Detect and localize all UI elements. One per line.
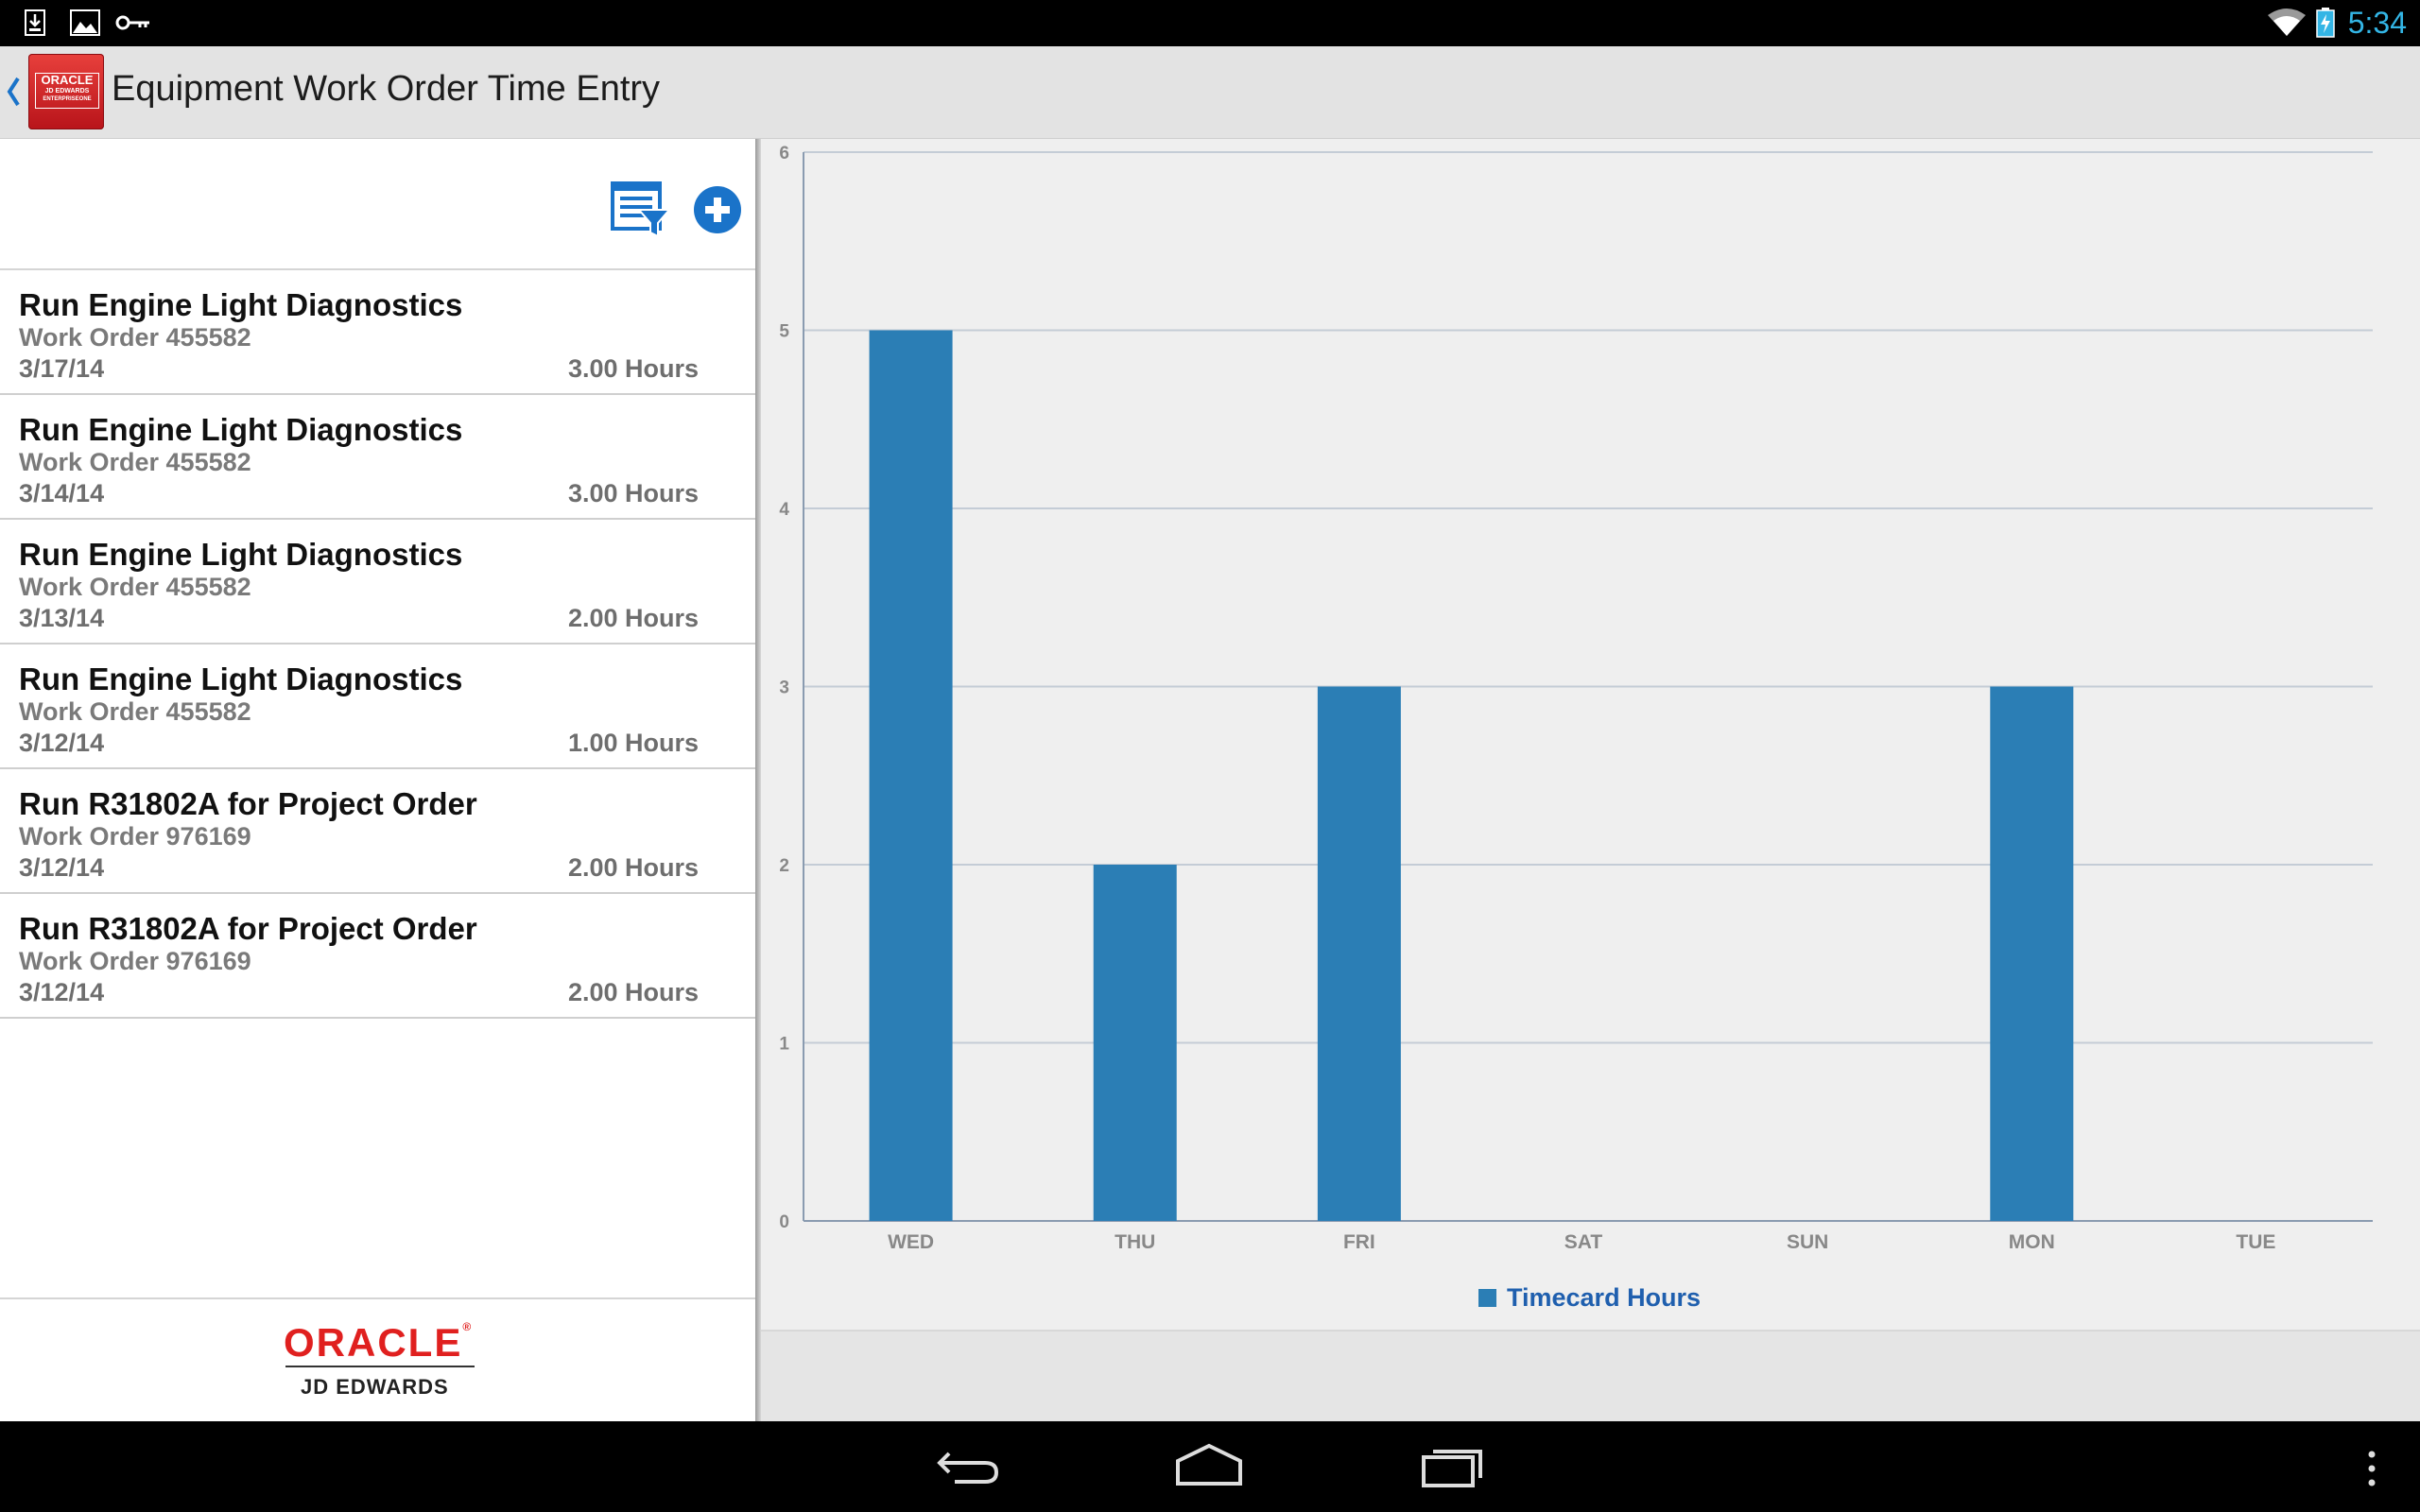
oracle-logo: ORACLE® — [284, 1320, 474, 1365]
entry-title: Run Engine Light Diagnostics — [19, 412, 463, 447]
work-order-number: Work Order 455582 — [19, 697, 251, 726]
timecard-hours-chart: 0 1 2 3 4 5 6 WED THU FRI SAT SUN MON TUE Timecard Hou… — [779, 144, 2373, 1312]
entry-hours: 3.00 Hours — [567, 479, 699, 507]
entry-date: 3/12/14 — [19, 978, 105, 1006]
entry-hours: 1.00 Hours — [567, 729, 699, 757]
entry-date: 3/12/14 — [19, 729, 105, 757]
list-toolbar — [0, 139, 755, 270]
x-tick-label: FRI — [1343, 1231, 1375, 1253]
y-tick-label: 4 — [779, 500, 789, 520]
chart-panel: 0 1 2 3 4 5 6 WED THU FRI SAT SUN MON TUE Timecard Hou… — [761, 139, 2420, 1423]
recent-apps-icon[interactable] — [1420, 1442, 1486, 1494]
list-item[interactable]: Run R31802A for Project Order Work Order … — [0, 769, 755, 894]
entry-date: 3/14/14 — [19, 479, 105, 507]
app-logo[interactable]: ORACLE JD EDWARDS ENTERPRISEONE — [28, 54, 104, 129]
y-tick-label: 3 — [779, 679, 789, 698]
entry-hours: 3.00 Hours — [567, 354, 699, 383]
y-tick-label: 2 — [779, 856, 789, 876]
y-tick-label: 0 — [779, 1212, 789, 1232]
work-order-number: Work Order 976169 — [19, 822, 251, 850]
wifi-icon — [2267, 8, 2307, 43]
filter-list-icon[interactable] — [611, 181, 672, 238]
entry-title: Run R31802A for Project Order — [19, 911, 477, 946]
work-order-number: Work Order 976169 — [19, 947, 251, 975]
entry-date: 3/12/14 — [19, 853, 105, 882]
y-tick-label: 1 — [779, 1035, 789, 1055]
entry-title: Run Engine Light Diagnostics — [19, 662, 463, 696]
menu-overflow-icon[interactable] — [2367, 1450, 2377, 1492]
list-item[interactable]: Run Engine Light Diagnostics Work Order 4… — [0, 270, 755, 395]
legend-swatch — [1478, 1289, 1496, 1307]
download-icon — [25, 9, 45, 41]
entry-title: Run Engine Light Diagnostics — [19, 287, 463, 322]
page-title: Equipment Work Order Time Entry — [112, 69, 661, 109]
x-tick-label: SAT — [1564, 1231, 1603, 1253]
entry-hours: 2.00 Hours — [567, 853, 699, 882]
chart-bar — [869, 330, 953, 1221]
oracle-logo-rule — [285, 1366, 475, 1367]
list-item[interactable]: Run R31802A for Project Order Work Order … — [0, 894, 755, 1019]
chart-bar — [1990, 686, 2074, 1221]
home-icon[interactable] — [1174, 1442, 1244, 1494]
y-tick-label: 6 — [779, 144, 789, 163]
work-order-number: Work Order 455582 — [19, 323, 251, 352]
chart-bar — [1317, 686, 1401, 1221]
list-item[interactable]: Run Engine Light Diagnostics Work Order 4… — [0, 395, 755, 520]
entry-hours: 2.00 Hours — [567, 978, 699, 1006]
entry-date: 3/17/14 — [19, 354, 105, 383]
action-bar: ORACLE JD EDWARDS ENTERPRISEONE Equipmen… — [0, 46, 2420, 139]
x-tick-label: MON — [2009, 1231, 2055, 1253]
chart-bar — [1093, 865, 1177, 1221]
time-entry-list: Run Engine Light Diagnostics Work Order 4… — [0, 270, 755, 1019]
work-order-number: Work Order 455582 — [19, 573, 251, 601]
x-tick-label: WED — [888, 1231, 934, 1253]
footer-brand: ORACLE® JD EDWARDS — [0, 1297, 755, 1423]
image-icon — [70, 9, 100, 41]
entry-title: Run Engine Light Diagnostics — [19, 537, 463, 572]
x-tick-label: TUE — [2236, 1231, 2275, 1253]
entry-title: Run R31802A for Project Order — [19, 786, 477, 821]
navigation-bar — [0, 1421, 2420, 1512]
chevron-left-icon[interactable] — [6, 73, 21, 115]
add-circle-icon[interactable] — [693, 185, 742, 234]
app-logo-text: ORACLE JD EDWARDS ENTERPRISEONE — [35, 73, 99, 109]
battery-charging-icon — [2316, 8, 2335, 43]
entry-date: 3/13/14 — [19, 604, 105, 632]
x-tick-label: SUN — [1787, 1231, 1828, 1253]
status-bar: 5:34 — [0, 0, 2420, 46]
list-item[interactable]: Run Engine Light Diagnostics Work Order 4… — [0, 644, 755, 769]
time-entry-list-panel: Run Engine Light Diagnostics Work Order 4… — [0, 139, 755, 1423]
key-icon — [115, 13, 151, 37]
entry-hours: 2.00 Hours — [567, 604, 699, 632]
oracle-logo-text: ORACLE — [284, 1320, 463, 1365]
y-tick-label: 5 — [779, 322, 789, 342]
legend-label: Timecard Hours — [1507, 1283, 1701, 1312]
work-order-number: Work Order 455582 — [19, 448, 251, 476]
list-item[interactable]: Run Engine Light Diagnostics Work Order 4… — [0, 520, 755, 644]
clock: 5:34 — [2347, 6, 2407, 40]
x-tick-label: THU — [1115, 1231, 1155, 1253]
jd-edwards-logo-text: JD EDWARDS — [301, 1375, 449, 1399]
chart-panel-footer — [761, 1330, 2420, 1423]
back-icon[interactable] — [936, 1442, 1000, 1494]
